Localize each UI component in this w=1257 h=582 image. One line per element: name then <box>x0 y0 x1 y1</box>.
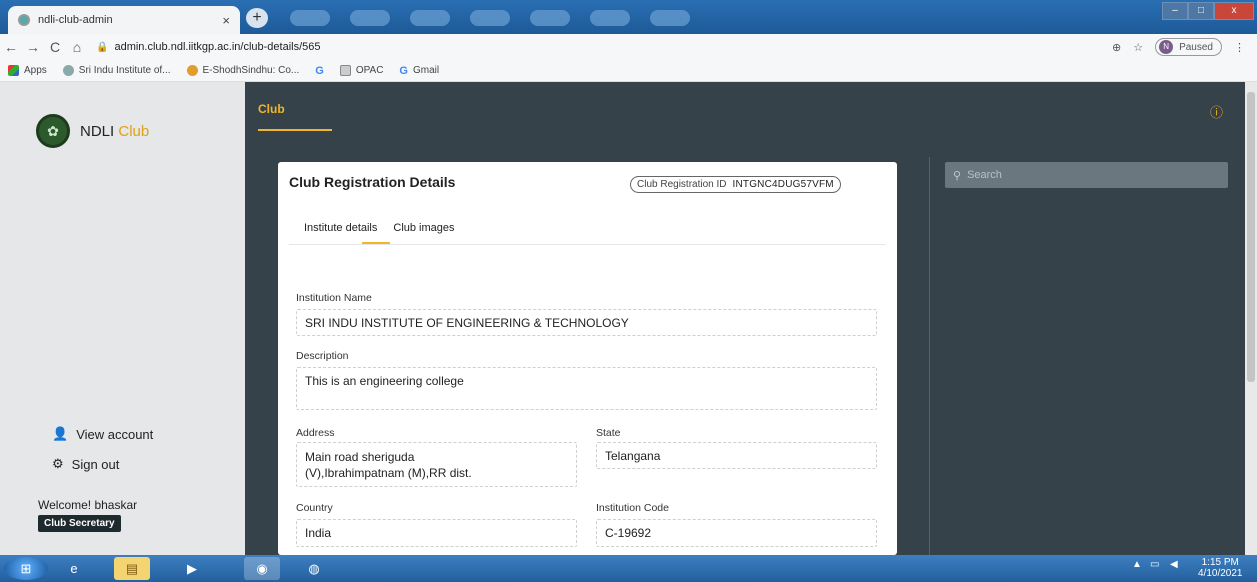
ndli-club-logo[interactable]: ✿ NDLI Club <box>36 114 149 148</box>
back-icon[interactable]: ← <box>0 39 22 55</box>
favicon-icon <box>18 14 30 26</box>
start-button[interactable]: ⊞ <box>4 557 48 580</box>
taskbar-blur-5 <box>530 10 570 26</box>
taskbar-blur-3 <box>410 10 450 26</box>
bookmark-google[interactable]: G <box>315 65 324 77</box>
browser-tab-strip: ndli-club-admin × + – □ x <box>0 0 1257 34</box>
home-icon[interactable]: ⌂ <box>66 39 88 55</box>
new-tab-button[interactable]: + <box>246 8 268 28</box>
bookmark-apps[interactable]: Apps <box>8 65 47 76</box>
maximize-button[interactable]: □ <box>1188 2 1214 20</box>
folder-icon[interactable]: ▤ <box>114 557 150 580</box>
clock-time: 1:15 PM <box>1201 557 1239 568</box>
minimize-button[interactable]: – <box>1162 2 1188 20</box>
browser-tab[interactable]: ndli-club-admin × <box>8 6 240 34</box>
bookmark-gmail[interactable]: G Gmail <box>399 65 439 77</box>
bookmark-eshodhsindhu[interactable]: E-ShodhSindhu: Co... <box>186 65 299 76</box>
divider <box>289 244 886 245</box>
role-badge: Club Secretary <box>38 515 121 532</box>
firefox-icon[interactable]: ◍ <box>296 557 332 580</box>
bookmarks-bar: Apps Sri Indu Institute of... E-ShodhSin… <box>0 60 1257 82</box>
clock-date: 4/10/2021 <box>1198 568 1243 579</box>
club-details-card: Club Registration Details Club Registrat… <box>278 162 897 555</box>
tab-title: ndli-club-admin <box>38 14 113 26</box>
gear-icon: ⚙ <box>52 456 64 471</box>
institution-name-field[interactable]: SRI INDU INSTITUTE OF ENGINEERING & TECH… <box>296 309 877 336</box>
registration-id-value: INTGNC4DUG57VFM <box>732 179 834 190</box>
tab-club-images[interactable]: Club images <box>393 222 454 234</box>
address-field[interactable]: Main road sheriguda (V),Ibrahimpatnam (M… <box>296 442 577 487</box>
active-tab-indicator <box>258 129 332 131</box>
view-account-link[interactable]: 👤 View account <box>52 426 153 442</box>
media-player-icon[interactable]: ▶ <box>174 557 210 580</box>
card-title: Club Registration Details <box>289 174 456 190</box>
registration-id-chip: Club Registration ID INTGNC4DUG57VFM <box>630 176 841 193</box>
sidebar: ✿ NDLI Club 👤 View account ⚙ Sign out We… <box>0 82 245 555</box>
tab-institute-details[interactable]: Institute details <box>304 222 377 234</box>
registration-id-label: Club Registration ID <box>637 179 727 190</box>
google-icon: G <box>399 64 408 77</box>
right-panel <box>929 157 1257 555</box>
sign-out-link[interactable]: ⚙ Sign out <box>52 456 119 472</box>
person-icon: 👤 <box>52 426 69 441</box>
search-icon: ⚲ <box>953 169 962 182</box>
lock-icon: 🔒 <box>96 41 109 53</box>
reload-icon[interactable]: C <box>44 39 66 55</box>
taskbar-blur-2 <box>350 10 390 26</box>
volume-icon[interactable]: ◀ <box>1170 559 1178 570</box>
url-field[interactable]: 🔒 admin.club.ndl.iitkgp.ac.in/club-detai… <box>96 41 321 53</box>
address-bar: ← → C ⌂ 🔒 admin.club.ndl.iitkgp.ac.in/cl… <box>0 34 1257 60</box>
tab-club[interactable]: Club <box>258 102 285 116</box>
ndli-logo-icon: ✿ <box>36 114 70 148</box>
url-text: admin.club.ndl.iitkgp.ac.in/club-details… <box>114 41 321 53</box>
institution-code-label: Institution Code <box>596 502 669 514</box>
logo-text: NDLI Club <box>80 122 150 140</box>
country-label: Country <box>296 502 333 514</box>
country-field[interactable]: India <box>296 519 577 547</box>
ie-icon[interactable]: e <box>56 557 92 580</box>
profile-button[interactable]: N Paused <box>1155 38 1222 56</box>
windows-taskbar: ⊞ e ▤ ▶ ◉ ◍ ▲ ▭ ◀ 1:15 PM 4/10/2021 <box>0 555 1257 582</box>
taskbar-blur-4 <box>470 10 510 26</box>
details-tabs: Institute details Club images <box>304 222 455 234</box>
close-window-button[interactable]: x <box>1214 2 1254 20</box>
apps-grid-icon <box>8 65 19 76</box>
avatar: N <box>1159 40 1174 54</box>
institution-name-label: Institution Name <box>296 292 372 304</box>
welcome-text: Welcome! bhaskar <box>38 498 138 512</box>
bookmark-opac[interactable]: OPAC <box>339 65 383 76</box>
taskbar-blur-6 <box>590 10 630 26</box>
description-field[interactable]: This is an engineering college <box>296 367 877 410</box>
info-icon[interactable]: ⓘ <box>1210 102 1223 121</box>
taskbar-blur-7 <box>650 10 690 26</box>
address-line-1: Main road sheriguda <box>305 450 415 464</box>
search-placeholder: Search <box>967 169 1002 181</box>
opac-icon <box>339 65 351 76</box>
forward-icon[interactable]: → <box>22 39 44 55</box>
star-icon[interactable]: ☆ <box>1133 41 1143 54</box>
app-area: ✿ NDLI Club 👤 View account ⚙ Sign out We… <box>0 82 1257 555</box>
google-icon: G <box>315 64 324 77</box>
lens-icon[interactable]: ⊕ <box>1112 41 1121 54</box>
address-line-2: (V),Ibrahimpatnam (M),RR dist. <box>305 466 472 480</box>
tab-close-icon[interactable]: × <box>222 13 230 28</box>
taskbar-blur-1 <box>290 10 330 26</box>
scrollbar-thumb[interactable] <box>1247 92 1255 382</box>
institution-code-field[interactable]: C-19692 <box>596 519 877 547</box>
bookmark-sri-indu[interactable]: Sri Indu Institute of... <box>62 65 171 76</box>
search-input[interactable]: ⚲ Search <box>945 162 1228 188</box>
description-label: Description <box>296 350 349 362</box>
globe-icon <box>62 65 74 76</box>
profile-status: Paused <box>1179 41 1213 53</box>
state-field[interactable]: Telangana <box>596 442 877 469</box>
tray-arrow-icon[interactable]: ▲ <box>1132 559 1142 570</box>
clock[interactable]: 1:15 PM 4/10/2021 <box>1198 557 1243 579</box>
network-icon[interactable]: ▭ <box>1150 559 1159 570</box>
menu-dots-icon[interactable]: ⋮ <box>1234 41 1245 54</box>
state-label: State <box>596 427 621 439</box>
eshodh-icon <box>186 65 198 76</box>
chrome-icon[interactable]: ◉ <box>244 557 280 580</box>
address-label: Address <box>296 427 335 439</box>
